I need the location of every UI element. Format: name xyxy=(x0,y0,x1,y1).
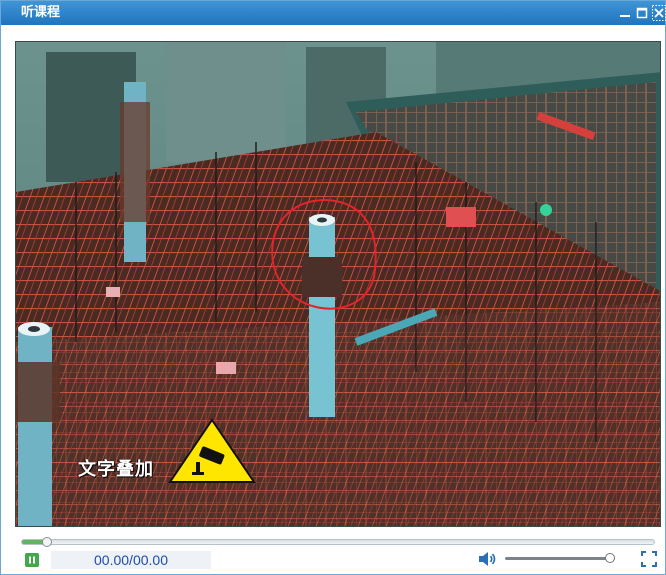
speaker-icon[interactable] xyxy=(477,550,497,568)
video-display[interactable]: 文字叠加 xyxy=(15,41,661,527)
minimize-button[interactable] xyxy=(617,4,633,22)
close-button[interactable] xyxy=(651,4,666,22)
volume-knob[interactable] xyxy=(604,553,615,563)
progress-knob[interactable] xyxy=(42,537,53,547)
course-player-window: 听课程 文字叠加 00.00/00.00 xyxy=(0,0,666,575)
fullscreen-icon[interactable] xyxy=(641,551,657,567)
minimize-icon xyxy=(620,15,630,17)
pause-icon xyxy=(29,556,35,564)
maximize-button[interactable] xyxy=(634,4,650,22)
time-display: 00.00/00.00 xyxy=(51,551,211,569)
video-overlay-text: 文字叠加 xyxy=(78,459,154,480)
progress-bar[interactable] xyxy=(21,537,655,547)
player-controls: 00.00/00.00 xyxy=(15,533,661,573)
pause-button[interactable] xyxy=(25,553,39,567)
volume-slider[interactable] xyxy=(505,553,615,563)
window-title: 听课程 xyxy=(21,5,61,20)
maximize-icon xyxy=(636,7,648,19)
title-bar: 听课程 xyxy=(1,1,666,25)
close-icon xyxy=(652,5,666,21)
